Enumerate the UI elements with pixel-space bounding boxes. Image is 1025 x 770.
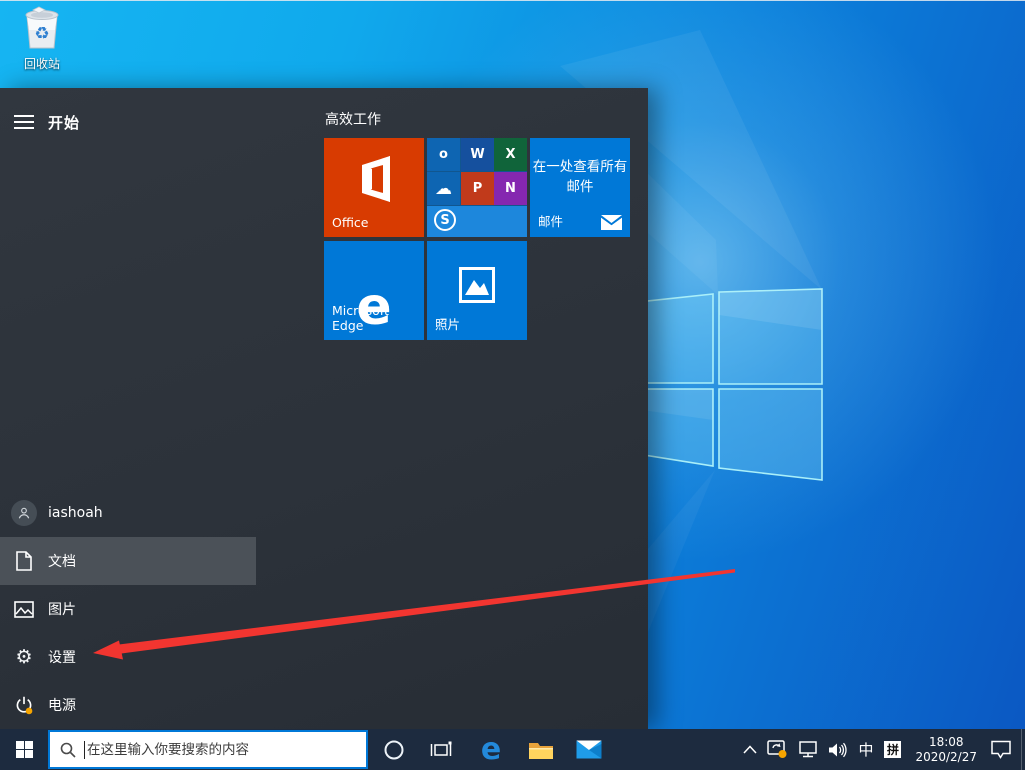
document-icon bbox=[16, 551, 32, 571]
ethernet-network-icon bbox=[799, 741, 818, 758]
taskbar-search-box[interactable] bbox=[48, 730, 368, 769]
sidebar-item-documents[interactable]: 文档 bbox=[0, 537, 256, 585]
recycle-bin-shortcut[interactable]: ♻ 回收站 bbox=[10, 6, 74, 72]
picture-icon bbox=[14, 600, 34, 618]
windows-update-tray-button[interactable] bbox=[762, 729, 793, 770]
mail-envelope-icon bbox=[601, 215, 622, 230]
start-button[interactable] bbox=[0, 729, 48, 770]
task-view-button[interactable] bbox=[421, 729, 461, 770]
mail-tile-message: 在一处查看所有 邮件 bbox=[532, 159, 628, 195]
svg-text:♻: ♻ bbox=[34, 24, 49, 44]
taskbar-file-explorer-button[interactable] bbox=[518, 729, 564, 770]
onedrive-mini-tile[interactable]: ☁ bbox=[427, 172, 460, 205]
text-caret bbox=[84, 740, 85, 759]
gear-icon: ⚙ bbox=[15, 645, 33, 668]
mail-icon bbox=[576, 740, 602, 759]
sidebar-item-user[interactable]: iashoah bbox=[0, 489, 256, 537]
volume-tray-button[interactable] bbox=[823, 729, 853, 770]
start-menu: 开始 高效工作 Office o W X ☁ P N S 在一处查看所有 邮件 … bbox=[0, 88, 648, 729]
recycle-bin-label: 回收站 bbox=[23, 57, 60, 71]
taskbar: e bbox=[0, 729, 1025, 770]
ime-input-scheme[interactable]: 拼 bbox=[884, 741, 902, 758]
menu-expand-button[interactable] bbox=[0, 100, 48, 144]
tile-office-suite-folder[interactable]: o W X ☁ P N S bbox=[427, 138, 527, 237]
excel-mini-tile[interactable]: X bbox=[494, 138, 527, 171]
sidebar-power-label: 电源 bbox=[48, 698, 76, 714]
office-suite-grid: o W X ☁ P N S bbox=[427, 138, 527, 237]
power-icon bbox=[16, 696, 33, 715]
powerpoint-mini-tile[interactable]: P bbox=[461, 172, 494, 205]
skype-icon: S bbox=[434, 209, 456, 231]
taskbar-clock[interactable]: 18:08 2020/2/27 bbox=[907, 735, 985, 765]
tile-microsoft-edge[interactable]: e Microsoft Edge bbox=[324, 241, 424, 340]
skype-mini-tile[interactable]: S bbox=[427, 206, 527, 237]
windows-logo-icon bbox=[15, 741, 33, 758]
person-icon bbox=[18, 507, 30, 519]
task-view-icon bbox=[430, 741, 452, 756]
offscreen-window-edge bbox=[0, 0, 1025, 1]
sidebar-item-pictures[interactable]: 图片 bbox=[0, 585, 256, 633]
desktop-screen: ♻ 回收站 开始 高效工作 Office o W X ☁ P N S 在一处查看… bbox=[0, 0, 1025, 770]
hamburger-icon bbox=[14, 115, 34, 129]
tile-mail-label: 邮件 bbox=[538, 214, 564, 229]
action-center-button[interactable] bbox=[985, 729, 1017, 770]
sidebar-pictures-label: 图片 bbox=[48, 602, 76, 618]
sidebar-settings-label: 设置 bbox=[48, 650, 76, 666]
tile-edge-label: Microsoft Edge bbox=[332, 303, 389, 333]
taskbar-mail-button[interactable] bbox=[566, 729, 612, 770]
word-mini-tile[interactable]: W bbox=[461, 138, 494, 171]
sidebar-documents-label: 文档 bbox=[48, 554, 76, 570]
outlook-mini-tile[interactable]: o bbox=[427, 138, 460, 171]
system-tray: 中 拼 18:08 2020/2/27 bbox=[738, 729, 1025, 770]
onenote-icon: N bbox=[505, 181, 516, 196]
sidebar-item-power[interactable]: 电源 bbox=[0, 681, 256, 729]
onenote-mini-tile[interactable]: N bbox=[494, 172, 527, 205]
network-tray-button[interactable] bbox=[793, 729, 823, 770]
clock-date: 2020/2/27 bbox=[915, 749, 977, 764]
update-badge-dot bbox=[778, 750, 787, 758]
onedrive-cloud-icon: ☁ bbox=[435, 178, 452, 199]
update-status-icon bbox=[767, 740, 787, 758]
tile-group-title: 高效工作 bbox=[325, 112, 381, 128]
search-input[interactable] bbox=[87, 732, 366, 767]
excel-icon: X bbox=[505, 147, 516, 162]
show-hidden-icons-button[interactable] bbox=[738, 729, 762, 770]
tile-office[interactable]: Office bbox=[324, 138, 424, 237]
ime-language-mode[interactable]: 中 bbox=[853, 729, 878, 770]
edge-icon: e bbox=[480, 732, 502, 767]
tile-photos-label: 照片 bbox=[435, 317, 461, 332]
update-badge bbox=[25, 707, 33, 715]
action-center-icon bbox=[991, 740, 1011, 759]
cortana-button[interactable] bbox=[374, 729, 414, 770]
chevron-up-icon bbox=[743, 745, 758, 754]
start-menu-title: 开始 bbox=[48, 114, 81, 132]
sidebar-item-settings[interactable]: ⚙ 设置 bbox=[0, 633, 256, 681]
recycle-bin-icon: ♻ bbox=[25, 6, 59, 49]
outlook-icon: o bbox=[439, 147, 448, 162]
word-icon: W bbox=[470, 147, 485, 162]
speaker-icon bbox=[829, 742, 848, 757]
folder-icon bbox=[529, 742, 553, 759]
tile-photos[interactable]: 照片 bbox=[427, 241, 527, 340]
sidebar-user-label: iashoah bbox=[48, 505, 103, 521]
clock-time: 18:08 bbox=[928, 734, 964, 749]
taskbar-edge-button[interactable]: e bbox=[468, 729, 514, 770]
photos-icon bbox=[459, 267, 495, 303]
search-icon bbox=[60, 742, 76, 758]
cortana-icon bbox=[384, 740, 404, 759]
user-avatar bbox=[11, 500, 37, 526]
powerpoint-icon: P bbox=[472, 181, 483, 196]
tile-mail[interactable]: 在一处查看所有 邮件 邮件 bbox=[530, 138, 630, 237]
tile-office-label: Office bbox=[332, 215, 369, 230]
office-logo-icon bbox=[362, 156, 390, 202]
show-desktop-button[interactable] bbox=[1021, 729, 1025, 770]
